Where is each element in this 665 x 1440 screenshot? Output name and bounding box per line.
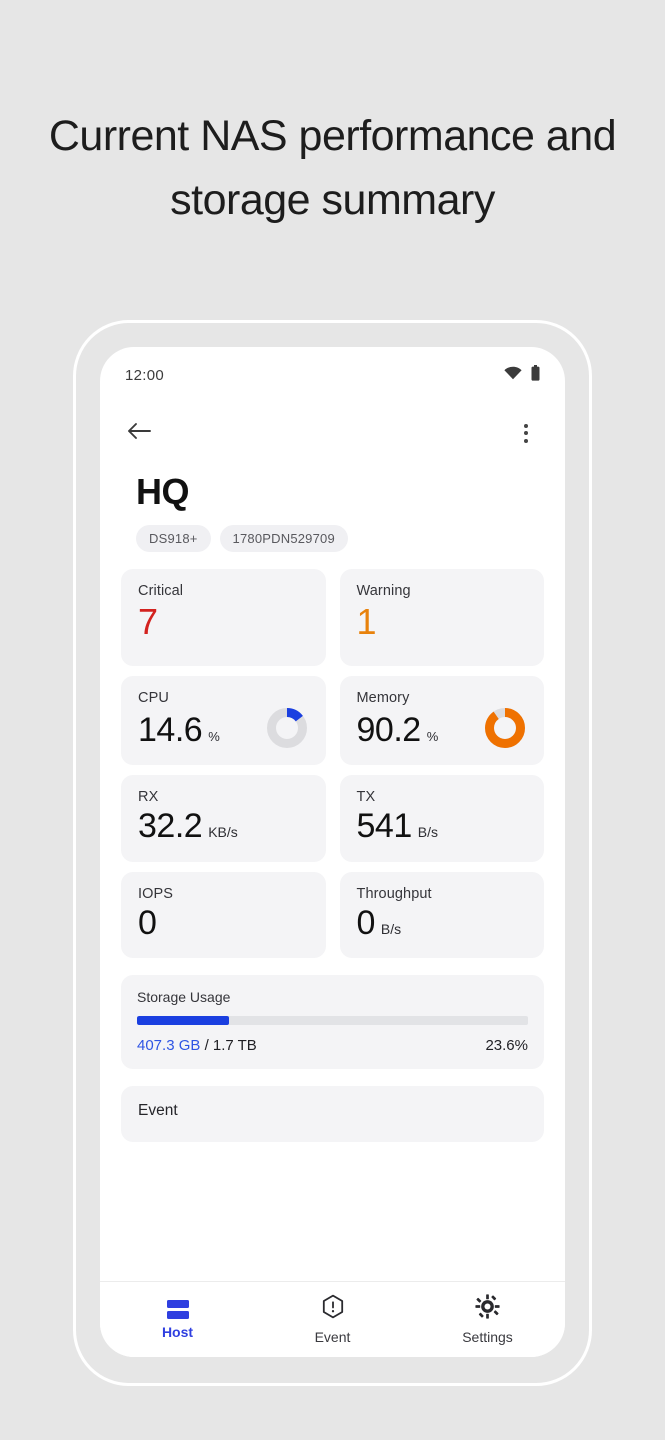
card-cpu-label: CPU (138, 690, 169, 706)
device-chips: DS918+ 1780PDN529709 (100, 513, 565, 552)
card-tx-unit: B/s (417, 824, 438, 840)
storage-progress-track (137, 1016, 528, 1025)
storage-percent-value: 23.6% (485, 1037, 528, 1054)
card-cpu-value: 14.6 (138, 710, 203, 749)
card-critical[interactable]: Critical 7 (121, 569, 326, 666)
overflow-menu-button[interactable] (513, 420, 539, 446)
card-rx-label: RX (138, 789, 159, 805)
card-tx[interactable]: TX 541 B/s (339, 775, 544, 862)
page-root: Current NAS performance and storage summ… (0, 0, 665, 1440)
back-arrow-icon (127, 422, 151, 445)
status-bar: 12:00 (100, 347, 565, 403)
gear-icon (475, 1294, 500, 1324)
nav-item-settings[interactable]: Settings (410, 1294, 565, 1345)
event-card-title: Event (138, 1102, 178, 1119)
status-bar-icons (504, 364, 540, 386)
storage-usage-footer: 407.3 GB / 1.7 TB 23.6% (137, 1037, 528, 1054)
nav-item-host-label: Host (161, 1323, 194, 1340)
page-title: HQ (136, 471, 190, 512)
card-throughput-unit: B/s (380, 920, 402, 937)
card-rx-unit: KB/s (208, 824, 238, 840)
memory-gauge-icon (485, 708, 525, 748)
page-headline: Current NAS performance and storage summ… (48, 112, 617, 224)
battery-icon (531, 364, 540, 386)
nav-item-event[interactable]: Event (255, 1294, 410, 1345)
metric-grid: Critical 7 Warning 1 CPU 14.6 % Memory 9… (100, 552, 565, 958)
card-tx-label: TX (356, 789, 376, 805)
card-memory-value: 90.2 (356, 710, 422, 749)
card-rx[interactable]: RX 32.2 KB/s (121, 775, 326, 862)
metric-row-disk: IOPS 0 Throughput 0 B/s (121, 871, 544, 958)
overflow-menu-icon (524, 423, 528, 443)
chip-model[interactable]: DS918+ (136, 525, 211, 552)
event-card[interactable]: Event (121, 1086, 544, 1142)
card-throughput[interactable]: Throughput 0 B/s (339, 871, 544, 958)
card-cpu[interactable]: CPU 14.6 % (121, 676, 326, 765)
card-iops-value: 0 (138, 903, 157, 942)
card-tx-value: 541 (356, 807, 413, 845)
status-bar-time: 12:00 (125, 366, 165, 384)
alert-hexagon-icon (321, 1294, 345, 1324)
storage-used-value: 407.3 GB (137, 1037, 201, 1054)
card-throughput-value: 0 (356, 903, 376, 942)
card-critical-value: 7 (138, 601, 158, 642)
nav-item-event-label: Event (314, 1329, 351, 1345)
metric-row-alerts: Critical 7 Warning 1 (121, 569, 544, 666)
app-bar (100, 403, 565, 463)
phone-screen: 12:00 HQ DS918+ 1780PDN529709 Critical 7… (100, 347, 565, 1357)
storage-usage-card[interactable]: Storage Usage 407.3 GB / 1.7 TB 23.6% (121, 975, 544, 1069)
storage-progress-fill (137, 1016, 230, 1025)
back-button[interactable] (126, 420, 152, 446)
nav-item-settings-label: Settings (462, 1329, 513, 1345)
metric-row-cpu-memory: CPU 14.6 % Memory 90.2 % (121, 676, 544, 765)
storage-usage-title: Storage Usage (137, 989, 231, 1005)
card-memory[interactable]: Memory 90.2 % (339, 676, 544, 765)
card-warning-value: 1 (356, 601, 377, 642)
nav-item-host[interactable]: Host (100, 1299, 255, 1340)
card-warning[interactable]: Warning 1 (339, 569, 544, 666)
wifi-icon (504, 366, 522, 385)
card-rx-value: 32.2 (138, 807, 203, 845)
bottom-navigation: Host Event Settings (100, 1281, 565, 1357)
cpu-gauge-icon (266, 708, 307, 748)
storage-total-value: / 1.7 TB (204, 1037, 257, 1054)
server-icon (166, 1299, 189, 1319)
card-iops[interactable]: IOPS 0 (121, 871, 326, 958)
card-memory-label: Memory (356, 690, 410, 706)
card-iops-label: IOPS (138, 885, 174, 902)
card-throughput-label: Throughput (356, 885, 432, 902)
card-cpu-unit: % (208, 728, 220, 744)
card-memory-unit: % (426, 728, 439, 744)
chip-serial[interactable]: 1780PDN529709 (219, 525, 348, 552)
metric-row-network: RX 32.2 KB/s TX 541 B/s (121, 775, 544, 862)
card-warning-label: Warning (356, 583, 411, 599)
card-critical-label: Critical (138, 583, 184, 599)
